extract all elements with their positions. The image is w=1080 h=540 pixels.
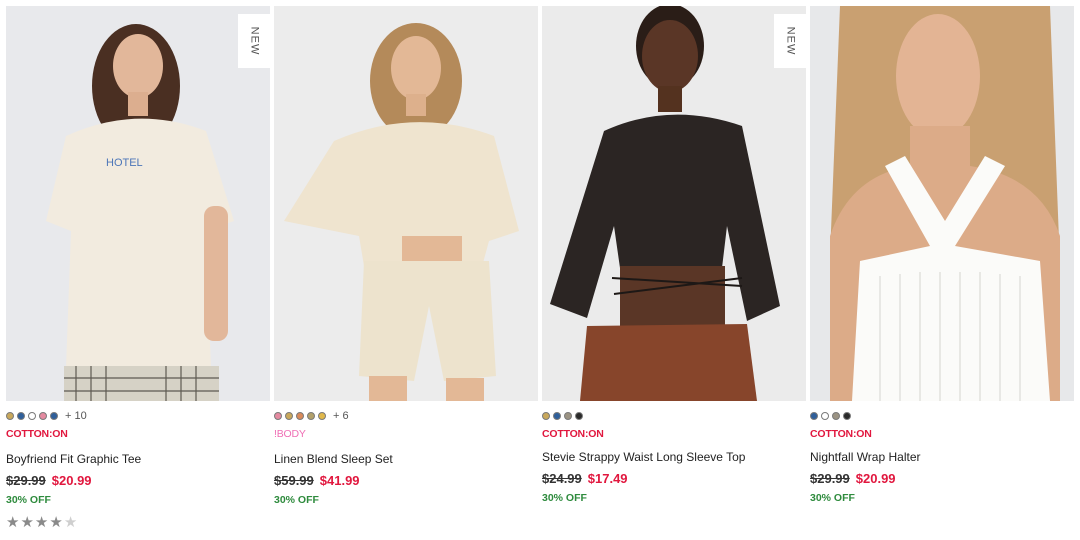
price-row: $29.99 $20.99 bbox=[810, 471, 1074, 486]
color-swatch[interactable] bbox=[28, 412, 36, 420]
color-swatch[interactable] bbox=[307, 412, 315, 420]
product-image[interactable] bbox=[810, 6, 1074, 401]
discount-label: 30% OFF bbox=[274, 494, 319, 506]
color-swatch[interactable] bbox=[542, 412, 550, 420]
color-swatch[interactable] bbox=[17, 412, 25, 420]
product-photo-illustration: HOTEL bbox=[6, 6, 270, 401]
svg-text:HOTEL: HOTEL bbox=[106, 157, 143, 169]
more-colors-count[interactable]: + 10 bbox=[65, 410, 87, 422]
product-title[interactable]: Nightfall Wrap Halter bbox=[810, 450, 1074, 465]
sale-price: $20.99 bbox=[51, 473, 92, 488]
new-badge: NEW bbox=[238, 14, 270, 68]
product-image[interactable] bbox=[274, 6, 538, 401]
color-swatch[interactable] bbox=[821, 412, 829, 420]
discount-label: 30% OFF bbox=[542, 492, 587, 504]
original-price: $29.99 bbox=[810, 471, 850, 486]
color-swatch[interactable] bbox=[274, 412, 282, 420]
half-star-icon: ★ bbox=[63, 514, 78, 531]
price-row: $29.99 $20.99 bbox=[6, 473, 270, 488]
color-swatch[interactable] bbox=[6, 412, 14, 420]
product-photo-illustration bbox=[810, 6, 1074, 401]
star-rating: ★ ★ ★ ★ ★ bbox=[6, 513, 270, 531]
original-price: $24.99 bbox=[542, 471, 582, 486]
discount-label: 30% OFF bbox=[6, 494, 51, 506]
color-swatch[interactable] bbox=[843, 412, 851, 420]
color-swatches bbox=[810, 411, 1074, 421]
new-badge: NEW bbox=[774, 14, 806, 68]
original-price: $29.99 bbox=[6, 473, 46, 488]
star-icon: ★ bbox=[49, 514, 63, 531]
star-icon: ★ bbox=[34, 514, 49, 531]
product-image[interactable]: HOTEL bbox=[6, 6, 270, 401]
color-swatch[interactable] bbox=[810, 412, 818, 420]
product-title[interactable]: Boyfriend Fit Graphic Tee bbox=[6, 452, 270, 467]
price-row: $59.99 $41.99 bbox=[274, 473, 538, 488]
new-badge-label: NEW bbox=[247, 26, 260, 56]
product-image[interactable]: NEW bbox=[542, 6, 806, 401]
sale-price: $20.99 bbox=[855, 471, 896, 486]
brand-name: !BODY bbox=[274, 428, 306, 440]
color-swatches: + 6 bbox=[274, 410, 538, 422]
brand-name: COTTON:ON bbox=[542, 428, 604, 440]
product-card[interactable]: COTTON:ON Nightfall Wrap Halter $29.99 $… bbox=[810, 6, 1074, 504]
product-card[interactable]: NEW COTTON:ON Stevie Strappy Waist Long … bbox=[542, 6, 806, 504]
product-title[interactable]: Stevie Strappy Waist Long Sleeve Top bbox=[542, 450, 806, 465]
more-colors-count[interactable]: + 6 bbox=[333, 410, 349, 422]
product-photo-illustration bbox=[542, 6, 806, 401]
color-swatch[interactable] bbox=[296, 412, 304, 420]
color-swatch[interactable] bbox=[285, 412, 293, 420]
product-card[interactable]: + 6 !BODY Linen Blend Sleep Set $59.99 $… bbox=[274, 6, 538, 506]
product-photo-illustration bbox=[274, 6, 538, 401]
sale-price: $17.49 bbox=[587, 471, 628, 486]
product-card[interactable]: HOTEL + 10 COTTON:ON Boyfriend Fit Graph… bbox=[6, 6, 270, 531]
sale-price: $41.99 bbox=[319, 473, 360, 488]
brand-name: COTTON:ON bbox=[810, 428, 872, 440]
discount-label: 30% OFF bbox=[810, 492, 855, 504]
color-swatch[interactable] bbox=[318, 412, 326, 420]
original-price: $59.99 bbox=[274, 473, 314, 488]
price-row: $24.99 $17.49 bbox=[542, 471, 806, 486]
color-swatches: + 10 bbox=[6, 410, 270, 422]
product-title[interactable]: Linen Blend Sleep Set bbox=[274, 452, 538, 467]
star-icon: ★ bbox=[20, 514, 34, 531]
color-swatch[interactable] bbox=[832, 412, 840, 420]
color-swatches bbox=[542, 411, 806, 421]
brand-name: COTTON:ON bbox=[6, 428, 68, 440]
new-badge-label: NEW bbox=[783, 26, 796, 56]
color-swatch[interactable] bbox=[553, 412, 561, 420]
product-grid: HOTEL + 10 COTTON:ON Boyfriend Fit Graph… bbox=[0, 0, 1080, 540]
star-icon: ★ bbox=[6, 514, 20, 531]
color-swatch[interactable] bbox=[575, 412, 583, 420]
color-swatch[interactable] bbox=[50, 412, 58, 420]
color-swatch[interactable] bbox=[564, 412, 572, 420]
color-swatch[interactable] bbox=[39, 412, 47, 420]
